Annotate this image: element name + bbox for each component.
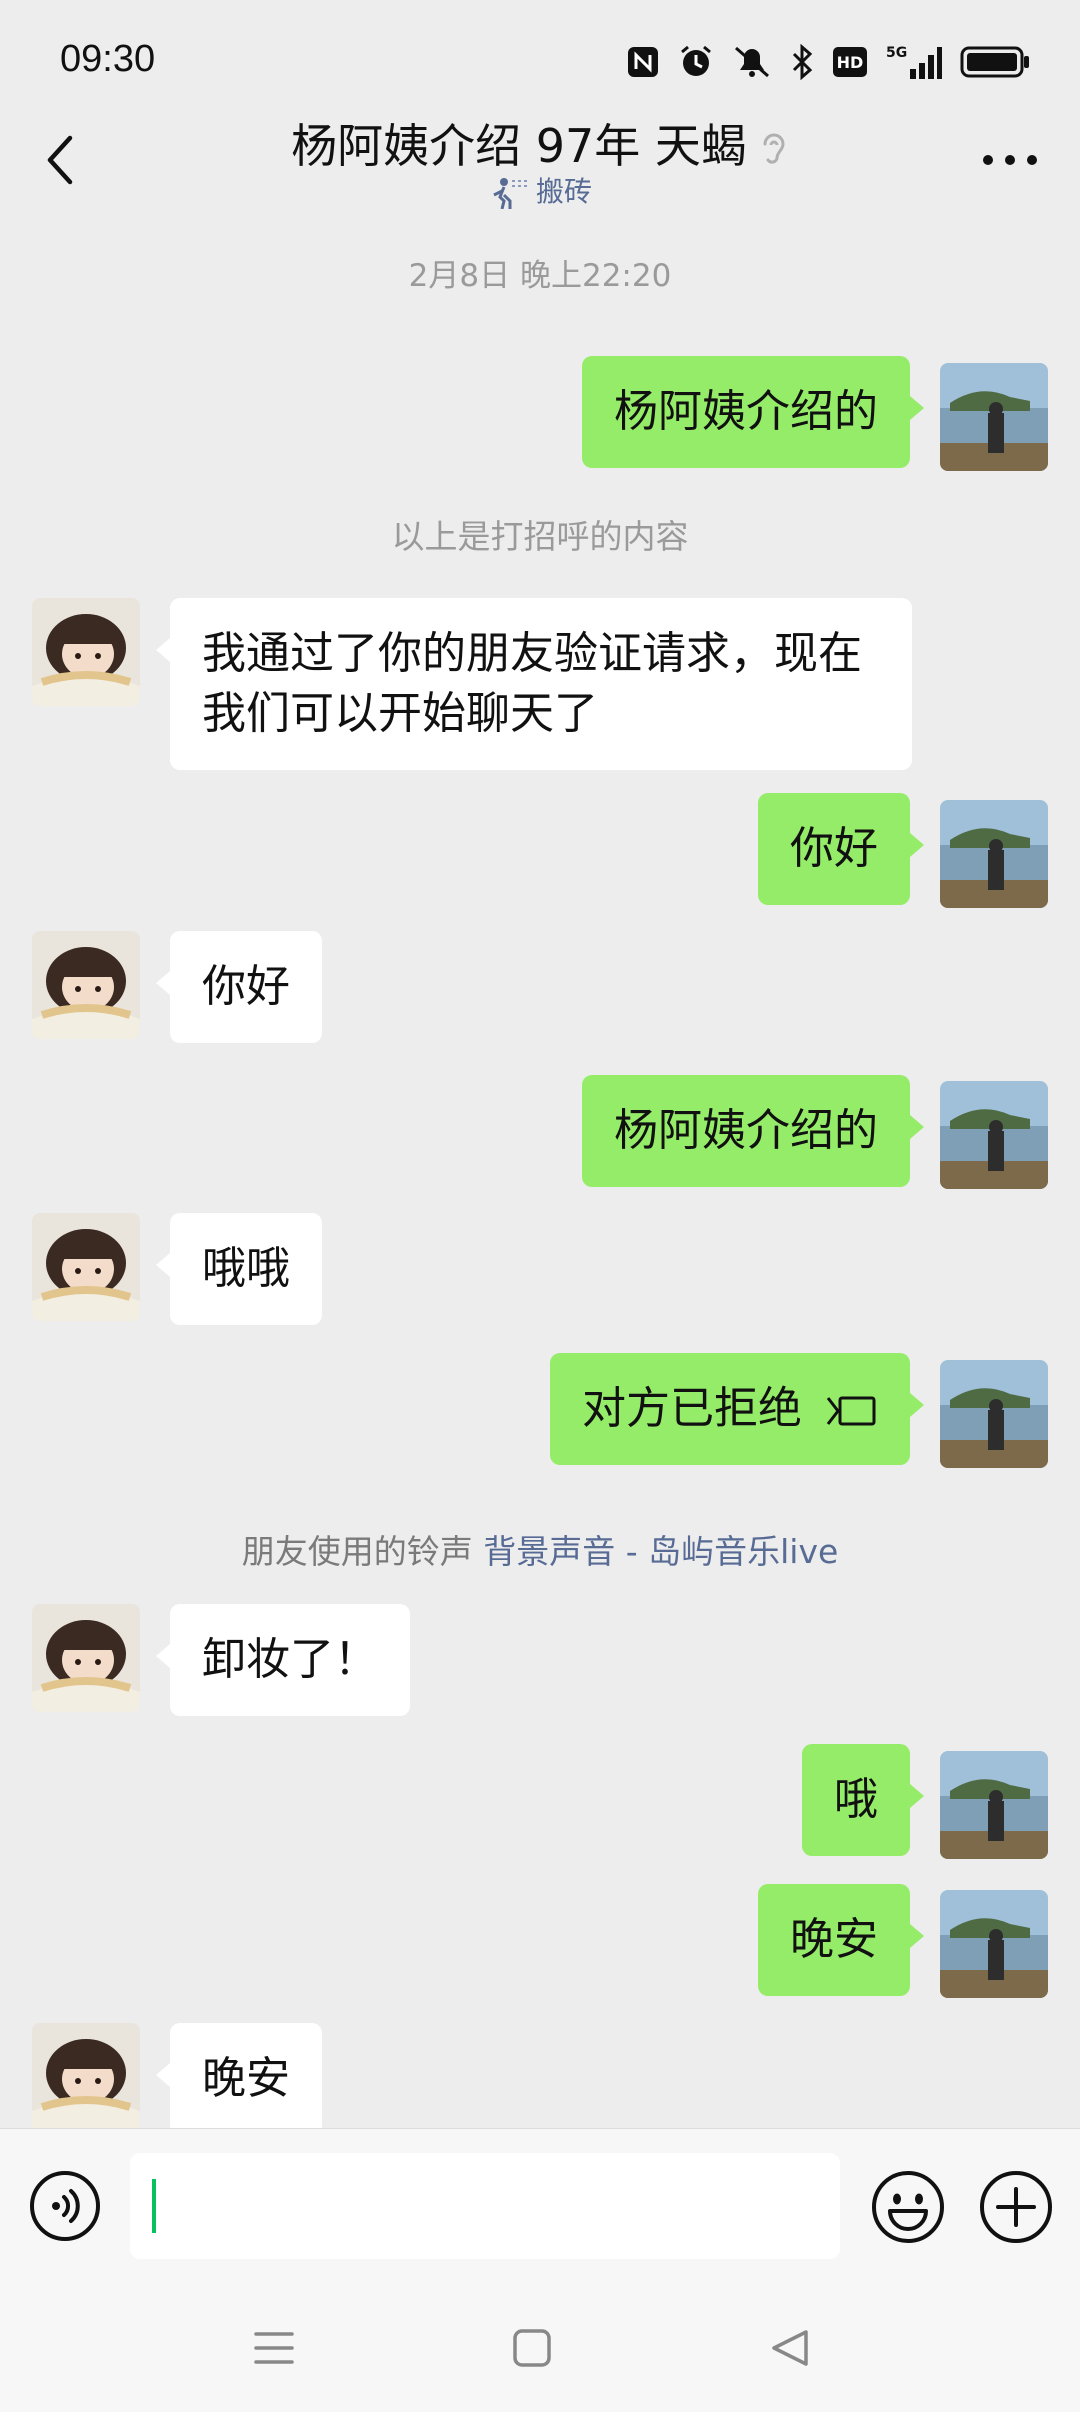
incoming-message[interactable]: 晚安 <box>156 2023 322 2128</box>
alarm-icon <box>681 45 711 76</box>
greeting-notice: 以上是打招呼的内容 <box>391 517 689 556</box>
my-avatar[interactable] <box>940 1890 1048 1998</box>
contact-avatar[interactable] <box>32 2023 140 2128</box>
outgoing-message[interactable]: 哦 <box>802 1744 924 1856</box>
chat-message-list[interactable]: 2月8日 晚上22:20 杨阿姨介绍的 以上是打招呼的内容 我通过了你的朋友验证… <box>0 228 1080 2128</box>
worker-status-icon <box>493 178 527 209</box>
call-status-text: 对方已拒绝 <box>582 1383 802 1434</box>
my-avatar[interactable] <box>940 1081 1048 1189</box>
hd-icon: HD <box>833 47 867 77</box>
ringtone-notice: 朋友使用的铃声 背景声音 - 岛屿音乐live <box>0 1525 1080 1573</box>
status-text: 搬砖 <box>535 175 592 208</box>
incoming-message[interactable]: 哦哦 <box>156 1213 322 1325</box>
ringtone-prefix: 朋友使用的铃声 <box>241 1532 473 1571</box>
incoming-message[interactable]: 你好 <box>156 931 322 1043</box>
plus-icon[interactable] <box>978 2169 1054 2245</box>
outgoing-message[interactable]: 杨阿姨介绍的 <box>582 1075 924 1187</box>
status-time: 09:30 <box>60 38 156 80</box>
my-avatar[interactable] <box>940 1360 1048 1468</box>
message-input[interactable] <box>130 2153 840 2259</box>
ear-icon <box>763 133 785 164</box>
svg-text:HD: HD <box>837 53 864 72</box>
signal-5g-icon: 5G <box>886 45 942 79</box>
chat-title: 杨阿姨介绍 97年 天蝎 <box>291 119 747 173</box>
mute-icon <box>735 46 769 78</box>
my-avatar[interactable] <box>940 1751 1048 1859</box>
timestamp: 2月8日 晚上22:20 <box>408 258 672 294</box>
outgoing-message[interactable]: 杨阿姨介绍的 <box>582 356 924 468</box>
battery-icon <box>960 46 1029 78</box>
my-avatar[interactable] <box>940 363 1048 471</box>
chat-header: 杨阿姨介绍 97年 天蝎 搬砖 <box>0 100 1080 228</box>
incoming-message[interactable]: 我通过了你的朋友验证请求，现在我们可以开始聊天了 <box>156 598 912 770</box>
contact-avatar[interactable] <box>32 1213 140 1321</box>
outgoing-message[interactable]: 你好 <box>758 793 924 905</box>
outgoing-message[interactable]: 晚安 <box>758 1884 924 1996</box>
input-bar <box>0 2128 1080 2288</box>
nfc-icon <box>628 47 658 77</box>
status-icons: HD 5G <box>626 40 1030 84</box>
call-icon <box>826 1396 876 1426</box>
incoming-message[interactable]: 卸妆了！ <box>156 1604 410 1716</box>
contact-avatar[interactable] <box>32 1604 140 1712</box>
chat-title-row: 杨阿姨介绍 97年 天蝎 <box>0 110 1080 176</box>
ringtone-link[interactable]: 背景声音 - 岛屿音乐live <box>483 1532 838 1571</box>
contact-avatar[interactable] <box>32 931 140 1039</box>
chat-status-row: 搬砖 <box>0 170 1080 210</box>
svg-text:5G: 5G <box>886 45 907 61</box>
contact-avatar[interactable] <box>32 598 140 706</box>
voice-icon[interactable] <box>28 2169 102 2243</box>
call-rejected-message[interactable]: 对方已拒绝 <box>550 1353 924 1465</box>
text-cursor <box>152 2179 156 2233</box>
more-dots-icon[interactable] <box>980 150 1040 170</box>
my-avatar[interactable] <box>940 800 1048 908</box>
home-icon[interactable] <box>512 2326 552 2370</box>
menu-icon[interactable] <box>252 2326 296 2370</box>
bluetooth-icon <box>792 44 813 80</box>
system-navigation-bar <box>0 2288 1080 2412</box>
back-triangle-icon[interactable] <box>768 2326 812 2370</box>
emoji-icon[interactable] <box>870 2169 946 2245</box>
